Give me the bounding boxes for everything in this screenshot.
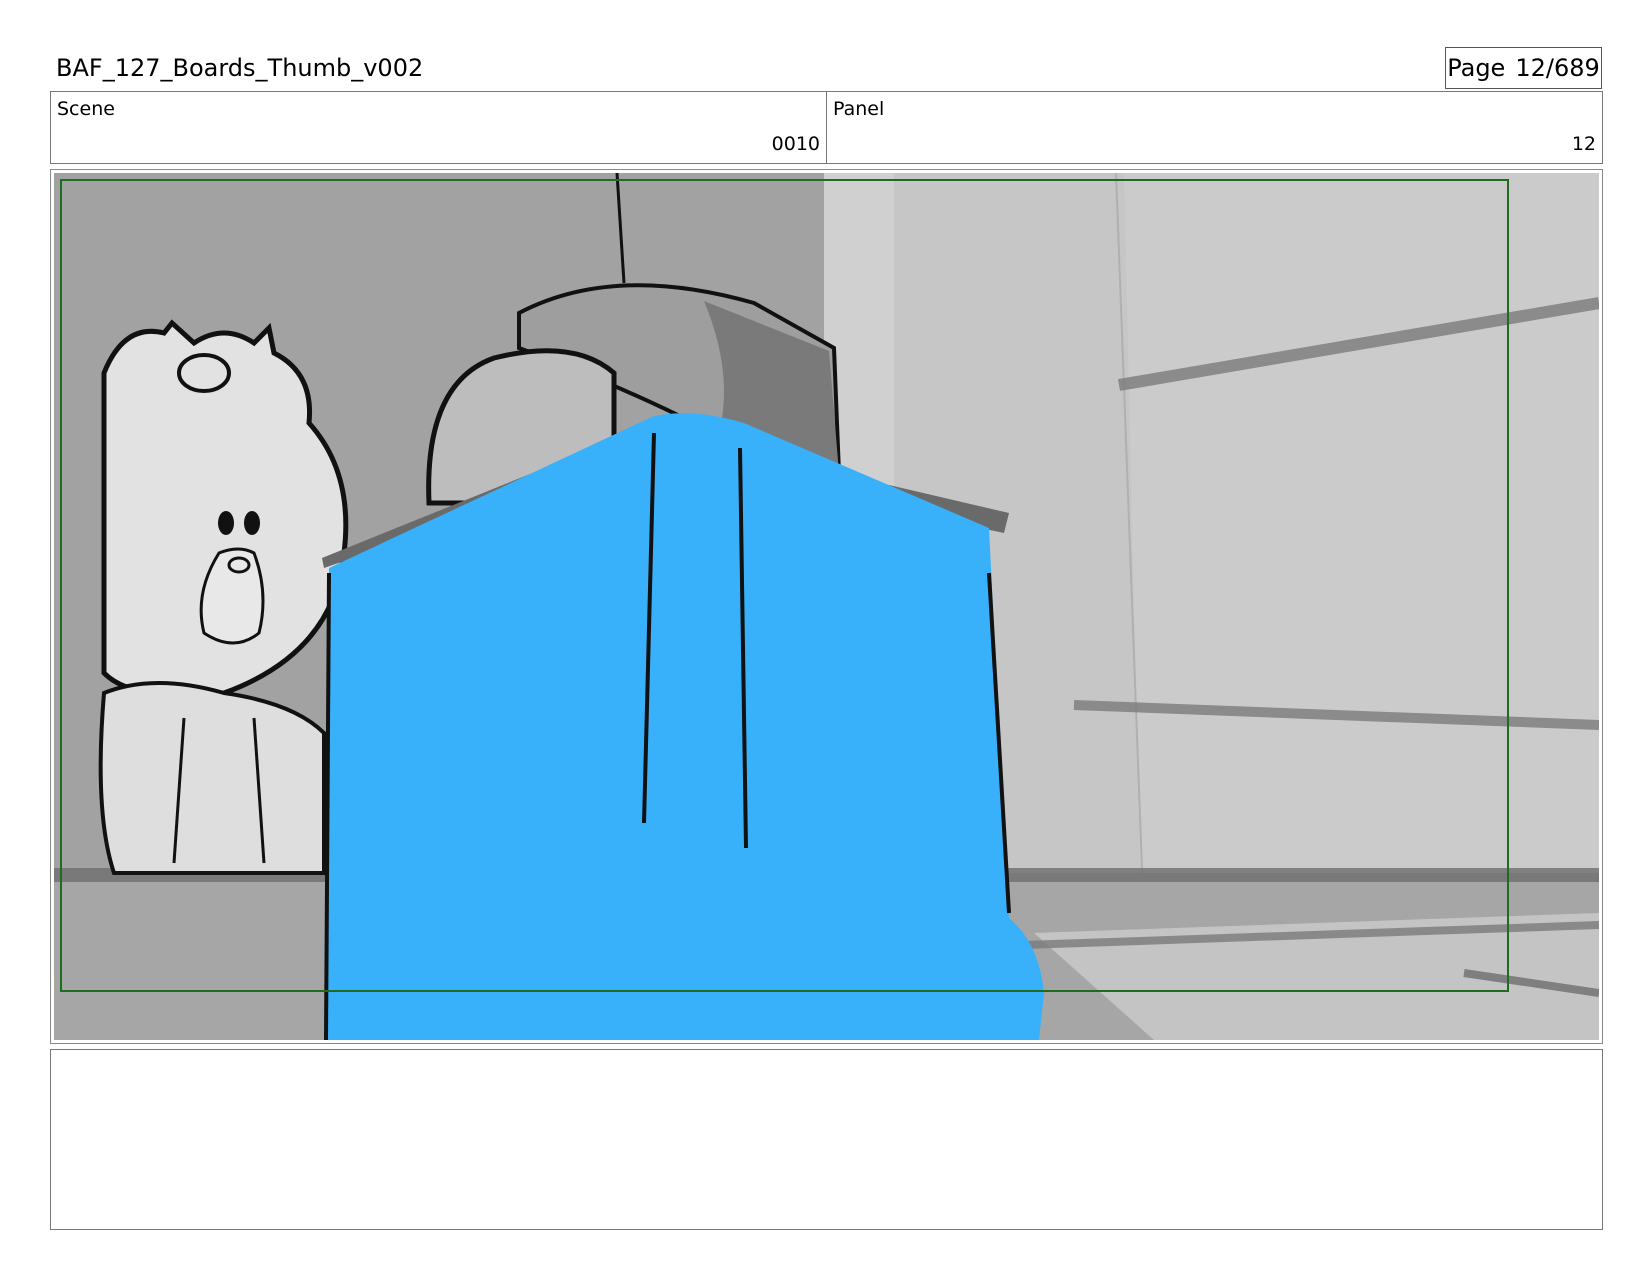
panel-cell: Panel 12 bbox=[826, 92, 1602, 163]
page-number: 12/689 bbox=[1515, 54, 1600, 82]
scene-label: Scene bbox=[57, 98, 115, 120]
page-indicator: Page 12/689 bbox=[1445, 47, 1602, 89]
storyboard-frame bbox=[50, 169, 1603, 1044]
scene-cell: Scene 0010 bbox=[51, 92, 826, 163]
panel-value: 12 bbox=[1571, 133, 1596, 155]
panel-label: Panel bbox=[833, 98, 885, 120]
info-row: Scene 0010 Panel 12 bbox=[50, 91, 1603, 164]
notes-box bbox=[50, 1049, 1603, 1230]
document-title: BAF_127_Boards_Thumb_v002 bbox=[56, 54, 424, 82]
page-label: Page bbox=[1447, 54, 1506, 82]
scene-value: 0010 bbox=[771, 133, 820, 155]
storyboard-sketch-image bbox=[54, 173, 1599, 1040]
